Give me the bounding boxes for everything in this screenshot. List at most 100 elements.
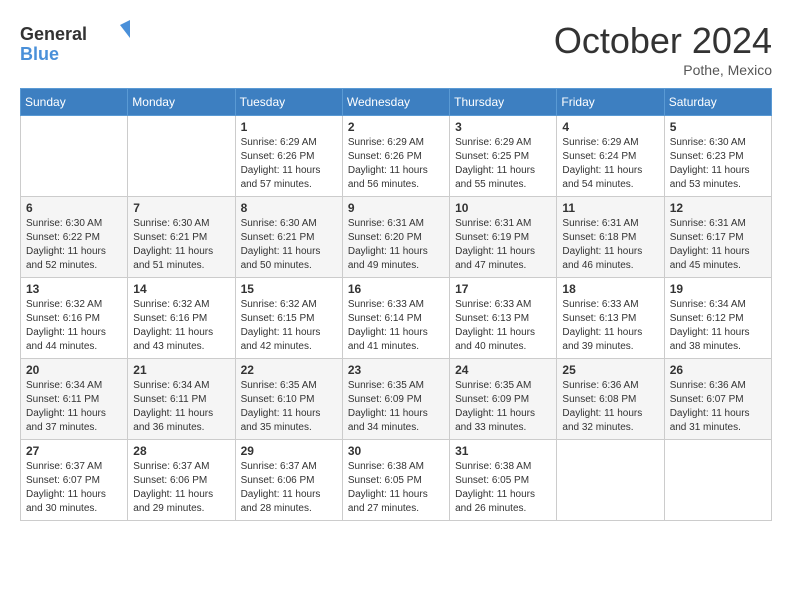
day-number: 9 [348, 201, 444, 215]
col-wednesday: Wednesday [342, 89, 449, 116]
calendar-week-row: 20Sunrise: 6:34 AM Sunset: 6:11 PM Dayli… [21, 359, 772, 440]
table-row: 24Sunrise: 6:35 AM Sunset: 6:09 PM Dayli… [450, 359, 557, 440]
day-number: 16 [348, 282, 444, 296]
calendar-week-row: 1Sunrise: 6:29 AM Sunset: 6:26 PM Daylig… [21, 116, 772, 197]
day-number: 23 [348, 363, 444, 377]
table-row: 21 Sunrise: 6:34 AM Sunset: 6:11 PM Dayli… [128, 359, 235, 440]
day-info: Sunrise: 6:33 AM Sunset: 6:14 PM Dayligh… [348, 298, 444, 354]
day-number: 17 [455, 282, 551, 296]
day-info: Sunrise: 6:35 AM Sunset: 6:10 PM Dayligh… [241, 379, 337, 435]
day-number: 7 [133, 201, 229, 215]
day-info: Sunrise: 6:31 AM Sunset: 6:20 PM Dayligh… [348, 217, 444, 273]
day-info: Sunrise: 6:30 AM Sunset: 6:21 PM Dayligh… [133, 217, 229, 273]
day-info: Sunrise: 6:34 AM Sunset: 6:12 PM Dayligh… [670, 298, 766, 354]
table-row: 15 Sunrise: 6:32 AM Sunset: 6:15 PM Dayli… [235, 278, 342, 359]
day-info: Sunrise: 6:29 AM Sunset: 6:25 PM Dayligh… [455, 136, 551, 192]
day-number: 15 [241, 282, 337, 296]
table-row: 2Sunrise: 6:29 AM Sunset: 6:26 PM Daylig… [342, 116, 449, 197]
day-info: Sunrise: 6:35 AM Sunset: 6:09 PM Dayligh… [348, 379, 444, 435]
svg-text:Blue: Blue [20, 44, 59, 64]
day-number: 22 [241, 363, 337, 377]
day-number: 25 [562, 363, 658, 377]
day-info: Sunrise: 6:32 AM Sunset: 6:15 PM Dayligh… [241, 298, 337, 354]
col-thursday: Thursday [450, 89, 557, 116]
day-info: Sunrise: 6:35 AM Sunset: 6:09 PM Dayligh… [455, 379, 551, 435]
calendar-week-row: 6 Sunrise: 6:30 AM Sunset: 6:22 PM Daylig… [21, 197, 772, 278]
day-number: 28 [133, 444, 229, 458]
table-row: 13 Sunrise: 6:32 AM Sunset: 6:16 PM Dayli… [21, 278, 128, 359]
day-info: Sunrise: 6:30 AM Sunset: 6:22 PM Dayligh… [26, 217, 122, 273]
day-info: Sunrise: 6:31 AM Sunset: 6:17 PM Dayligh… [670, 217, 766, 273]
table-row: 17 Sunrise: 6:33 AM Sunset: 6:13 PM Dayli… [450, 278, 557, 359]
calendar-week-row: 13 Sunrise: 6:32 AM Sunset: 6:16 PM Dayli… [21, 278, 772, 359]
table-row: 8 Sunrise: 6:30 AM Sunset: 6:21 PM Daylig… [235, 197, 342, 278]
table-row: 26 Sunrise: 6:36 AM Sunset: 6:07 PM Dayli… [664, 359, 771, 440]
day-number: 21 [133, 363, 229, 377]
day-number: 3 [455, 120, 551, 134]
table-row: 29 Sunrise: 6:37 AM Sunset: 6:06 PM Dayli… [235, 440, 342, 521]
table-row: 3 Sunrise: 6:29 AM Sunset: 6:25 PM Daylig… [450, 116, 557, 197]
day-info: Sunrise: 6:30 AM Sunset: 6:23 PM Dayligh… [670, 136, 766, 192]
day-number: 26 [670, 363, 766, 377]
day-info: Sunrise: 6:32 AM Sunset: 6:16 PM Dayligh… [133, 298, 229, 354]
table-row: 25 Sunrise: 6:36 AM Sunset: 6:08 PM Dayli… [557, 359, 664, 440]
day-number: 30 [348, 444, 444, 458]
day-info: Sunrise: 6:31 AM Sunset: 6:19 PM Dayligh… [455, 217, 551, 273]
table-row: 1Sunrise: 6:29 AM Sunset: 6:26 PM Daylig… [235, 116, 342, 197]
col-tuesday: Tuesday [235, 89, 342, 116]
logo-svg: General Blue [20, 20, 130, 64]
day-number: 27 [26, 444, 122, 458]
day-number: 6 [26, 201, 122, 215]
table-row: 4Sunrise: 6:29 AM Sunset: 6:24 PM Daylig… [557, 116, 664, 197]
table-row: 7 Sunrise: 6:30 AM Sunset: 6:21 PM Daylig… [128, 197, 235, 278]
day-number: 4 [562, 120, 658, 134]
day-info: Sunrise: 6:37 AM Sunset: 6:07 PM Dayligh… [26, 460, 122, 516]
day-number: 2 [348, 120, 444, 134]
table-row [664, 440, 771, 521]
calendar-table: Sunday Monday Tuesday Wednesday Thursday… [20, 88, 772, 521]
page-header: General Blue October 2024 Pothe, Mexico [20, 20, 772, 78]
day-number: 14 [133, 282, 229, 296]
day-info: Sunrise: 6:33 AM Sunset: 6:13 PM Dayligh… [455, 298, 551, 354]
calendar-header-row: Sunday Monday Tuesday Wednesday Thursday… [21, 89, 772, 116]
col-monday: Monday [128, 89, 235, 116]
logo: General Blue [20, 20, 130, 64]
day-number: 10 [455, 201, 551, 215]
table-row: 31Sunrise: 6:38 AM Sunset: 6:05 PM Dayli… [450, 440, 557, 521]
table-row: 16 Sunrise: 6:33 AM Sunset: 6:14 PM Dayli… [342, 278, 449, 359]
location-subtitle: Pothe, Mexico [554, 62, 772, 78]
table-row: 30Sunrise: 6:38 AM Sunset: 6:05 PM Dayli… [342, 440, 449, 521]
table-row: 6 Sunrise: 6:30 AM Sunset: 6:22 PM Daylig… [21, 197, 128, 278]
day-info: Sunrise: 6:36 AM Sunset: 6:07 PM Dayligh… [670, 379, 766, 435]
table-row: 14 Sunrise: 6:32 AM Sunset: 6:16 PM Dayli… [128, 278, 235, 359]
day-info: Sunrise: 6:37 AM Sunset: 6:06 PM Dayligh… [241, 460, 337, 516]
table-row: 11Sunrise: 6:31 AM Sunset: 6:18 PM Dayli… [557, 197, 664, 278]
table-row: 18Sunrise: 6:33 AM Sunset: 6:13 PM Dayli… [557, 278, 664, 359]
table-row: 9 Sunrise: 6:31 AM Sunset: 6:20 PM Daylig… [342, 197, 449, 278]
day-info: Sunrise: 6:31 AM Sunset: 6:18 PM Dayligh… [562, 217, 658, 273]
day-info: Sunrise: 6:32 AM Sunset: 6:16 PM Dayligh… [26, 298, 122, 354]
day-number: 18 [562, 282, 658, 296]
day-number: 13 [26, 282, 122, 296]
table-row: 10 Sunrise: 6:31 AM Sunset: 6:19 PM Dayli… [450, 197, 557, 278]
table-row [128, 116, 235, 197]
table-row [557, 440, 664, 521]
day-number: 31 [455, 444, 551, 458]
logo: General Blue [20, 20, 130, 64]
table-row: 27 Sunrise: 6:37 AM Sunset: 6:07 PM Dayli… [21, 440, 128, 521]
table-row: 19Sunrise: 6:34 AM Sunset: 6:12 PM Dayli… [664, 278, 771, 359]
day-number: 29 [241, 444, 337, 458]
day-number: 12 [670, 201, 766, 215]
table-row: 23 Sunrise: 6:35 AM Sunset: 6:09 PM Dayli… [342, 359, 449, 440]
col-sunday: Sunday [21, 89, 128, 116]
table-row: 28Sunrise: 6:37 AM Sunset: 6:06 PM Dayli… [128, 440, 235, 521]
day-number: 8 [241, 201, 337, 215]
day-number: 1 [241, 120, 337, 134]
month-title: October 2024 [554, 20, 772, 62]
day-info: Sunrise: 6:34 AM Sunset: 6:11 PM Dayligh… [133, 379, 229, 435]
day-info: Sunrise: 6:30 AM Sunset: 6:21 PM Dayligh… [241, 217, 337, 273]
table-row [21, 116, 128, 197]
table-row: 12 Sunrise: 6:31 AM Sunset: 6:17 PM Dayli… [664, 197, 771, 278]
table-row: 5Sunrise: 6:30 AM Sunset: 6:23 PM Daylig… [664, 116, 771, 197]
day-info: Sunrise: 6:36 AM Sunset: 6:08 PM Dayligh… [562, 379, 658, 435]
